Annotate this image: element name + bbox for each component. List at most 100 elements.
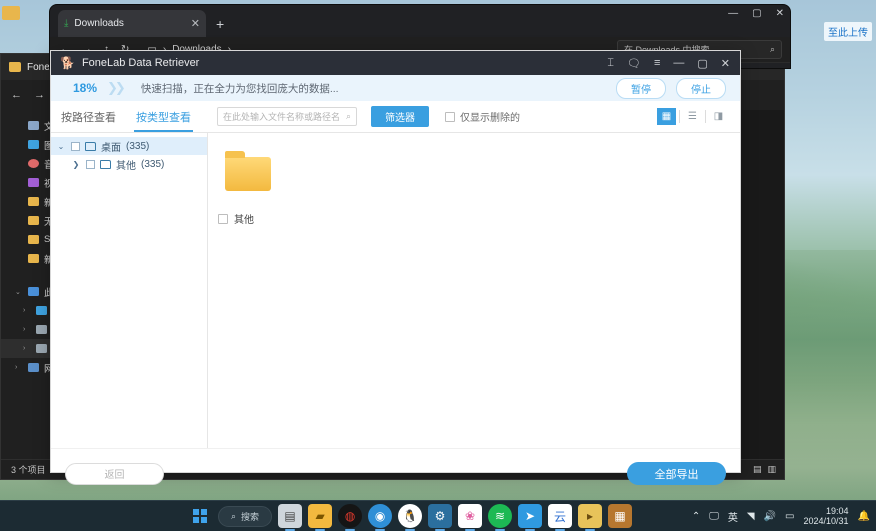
start-icon[interactable] <box>188 504 212 528</box>
tray-chevron-icon[interactable]: ⌃ <box>692 511 700 522</box>
tray-ime-icon[interactable]: 英 <box>728 509 738 524</box>
checkbox-icon[interactable] <box>71 141 80 151</box>
pin-icon[interactable]: ⌶ <box>607 57 614 70</box>
music-icon <box>28 159 39 168</box>
progress-chevrons: ❯❯ <box>107 80 126 95</box>
chevron-right-icon[interactable]: › <box>23 345 31 352</box>
taskbar: ⌕ 搜索 ▤ ▰ ◍ ◉ 🐧 ⚙ ❀ ≋ ➤ 云 ▸ ▦ ⌃ 🖵 英 ◥ 🔊 ▭… <box>0 500 876 531</box>
tree-row-other[interactable]: ❯ 其他 (335) <box>51 155 207 173</box>
browser-tab-strip: ⤓ Downloads ✕ + <box>50 5 790 37</box>
folder-icon <box>225 151 271 191</box>
taskbar-opera-gx-icon[interactable]: ◍ <box>338 504 363 528</box>
chevron-right-icon[interactable]: › <box>23 326 31 333</box>
taskbar-qq-icon[interactable]: 🐧 <box>398 504 423 528</box>
new-tab-icon[interactable]: + <box>216 16 224 32</box>
app-title: FoneLab Data Retriever <box>81 57 200 69</box>
stop-button[interactable]: 停止 <box>676 77 726 99</box>
progress-message: 快速扫描，正在全力为您找回庞大的数据... <box>140 82 339 95</box>
divider <box>679 110 680 123</box>
tray-notification-icon[interactable]: 🔔 <box>858 511 870 522</box>
search-icon[interactable]: ⌕ <box>346 111 351 122</box>
only-deleted-checkbox[interactable]: 仅显示删除的 <box>445 109 520 124</box>
list-view-icon[interactable]: ▥ <box>767 464 776 475</box>
drive-icon <box>36 344 47 353</box>
taskbar-spotify-icon[interactable]: ≋ <box>488 504 513 528</box>
tree-row-label: 其他 <box>116 160 136 172</box>
checkbox-icon[interactable] <box>86 159 95 169</box>
documents-icon <box>28 121 39 130</box>
desktop-icon <box>85 141 96 151</box>
videos-icon <box>28 178 39 187</box>
taskbar-edge-icon[interactable]: ◉ <box>368 504 393 528</box>
export-all-button[interactable]: 全部导出 <box>627 462 726 485</box>
tab-view-by-type[interactable]: 按类型查看 <box>126 101 201 133</box>
tray-wifi-icon[interactable]: ◥ <box>747 511 755 522</box>
folder-icon <box>100 159 111 169</box>
close-icon[interactable]: ✕ <box>776 8 784 19</box>
upload-here-link[interactable]: 至此上传 <box>824 22 872 41</box>
folder-icon <box>28 216 39 225</box>
maximize-icon[interactable]: ▢ <box>752 8 761 19</box>
chevron-right-icon[interactable]: ❯ <box>71 160 81 169</box>
feedback-icon[interactable]: 🗨 <box>627 57 641 70</box>
tray-volume-icon[interactable]: 🔊 <box>764 511 776 522</box>
folder-icon <box>9 62 21 72</box>
back-button[interactable]: 返回 <box>65 462 164 485</box>
chevron-right-icon[interactable]: › <box>15 364 23 371</box>
chevron-right-icon[interactable]: › <box>23 307 31 314</box>
tree-row-desktop[interactable]: ⌄ 桌面 (335) <box>51 137 207 155</box>
back-icon[interactable]: ← <box>11 89 22 101</box>
filter-button[interactable]: 筛选器 <box>371 106 429 127</box>
forward-icon[interactable]: → <box>34 89 45 101</box>
tree-row-count: (335) <box>126 140 150 152</box>
file-tile-footer: 其他 <box>218 211 278 226</box>
tree-row-count: (335) <box>141 158 165 170</box>
file-tile[interactable]: 其他 <box>218 145 278 226</box>
file-tile-label: 其他 <box>234 215 254 226</box>
search-input[interactable]: 在此处输入文件名称或路径名 ⌕ <box>217 107 357 126</box>
taskbar-fonelab-icon[interactable]: ▸ <box>578 504 603 528</box>
minimize-icon[interactable]: — <box>673 57 684 69</box>
tray-battery-icon[interactable]: ▭ <box>785 511 794 522</box>
folder-tree: ⌄ 桌面 (335) ❯ 其他 (335) <box>51 133 208 448</box>
search-icon: ⌕ <box>231 510 237 521</box>
search-icon: ⌕ <box>769 44 775 54</box>
pause-button[interactable]: 暂停 <box>616 77 666 99</box>
close-tab-icon[interactable]: ✕ <box>191 17 200 30</box>
taskbar-app-extra-icon[interactable]: ▦ <box>608 504 633 528</box>
tree-row-label: 桌面 <box>101 142 121 154</box>
folder-icon <box>28 197 39 206</box>
taskbar-photos-icon[interactable]: ❀ <box>458 504 483 528</box>
taskbar-telegram-icon[interactable]: ➤ <box>518 504 543 528</box>
system-tray: ⌃ 🖵 英 ◥ 🔊 ▭ 19:04 2024/10/31 🔔 <box>692 506 870 527</box>
pictures-icon <box>28 140 39 149</box>
taskbar-baidu-netdisk-icon[interactable]: 云 <box>548 504 573 528</box>
tray-clock[interactable]: 19:04 2024/10/31 <box>804 506 849 527</box>
grid-view-icon[interactable]: ▦ <box>657 108 676 125</box>
checkbox-icon[interactable] <box>445 111 455 122</box>
chevron-down-icon[interactable]: ⌄ <box>56 142 66 151</box>
menu-icon[interactable]: ≡ <box>654 57 660 69</box>
taskbar-file-explorer-icon[interactable]: ▰ <box>308 504 333 528</box>
view-mode-switcher: ▦ ☰ ◨ <box>657 108 728 125</box>
detail-view-icon[interactable]: ◨ <box>709 108 728 125</box>
tab-view-by-path[interactable]: 按路径查看 <box>51 101 126 133</box>
checkbox-icon[interactable] <box>218 213 228 224</box>
maximize-icon[interactable]: ▢ <box>697 57 707 70</box>
app-body: ⌄ 桌面 (335) ❯ 其他 (335) 其他 <box>51 133 740 448</box>
close-icon[interactable]: ✕ <box>721 57 730 70</box>
taskbar-settings-icon[interactable]: ⚙ <box>428 504 453 528</box>
details-view-icon[interactable]: ▤ <box>753 464 762 475</box>
chevron-down-icon[interactable]: ⌄ <box>15 288 23 296</box>
taskbar-file-explorer-legacy-icon[interactable]: ▤ <box>278 504 303 528</box>
minimize-icon[interactable]: — <box>728 8 738 19</box>
browser-tab-downloads[interactable]: ⤓ Downloads ✕ <box>58 10 206 37</box>
app-title-bar: 🐕 FoneLab Data Retriever ⌶ 🗨 ≡ — ▢ ✕ <box>51 51 740 75</box>
fonelab-window: 🐕 FoneLab Data Retriever ⌶ 🗨 ≡ — ▢ ✕ 18%… <box>50 50 741 485</box>
list-view-icon[interactable]: ☰ <box>683 108 702 125</box>
network-icon <box>28 363 39 372</box>
taskbar-search[interactable]: ⌕ 搜索 <box>218 505 273 527</box>
tray-display-icon[interactable]: 🖵 <box>709 511 719 522</box>
desktop-icon[interactable] <box>2 6 46 20</box>
download-icon: ⤓ <box>64 18 69 29</box>
